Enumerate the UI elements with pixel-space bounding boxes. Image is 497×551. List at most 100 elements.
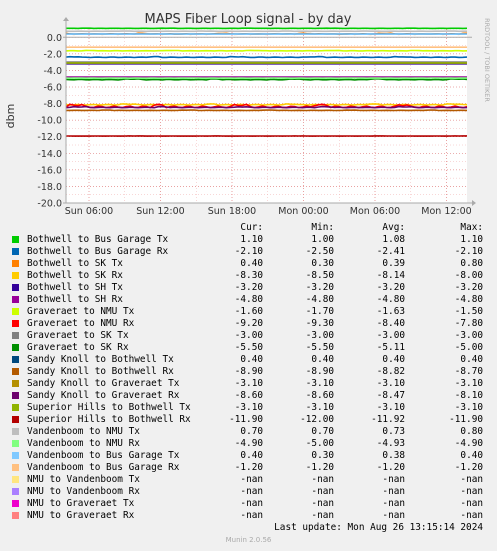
legend-value-cur: -8.30 — [234, 270, 263, 281]
legend-series-name: NMU to Vandenboom Rx — [27, 486, 140, 497]
legend-swatch — [12, 320, 19, 327]
legend-swatch — [12, 380, 19, 387]
legend-value-avg: -nan — [382, 474, 405, 485]
legend-row: Graveraet to NMU Tx -1.60 -1.70 -1.63 -1.50 — [0, 306, 497, 318]
legend-row: Bothwell to SK Rx -8.30 -8.50 -8.14 -8.00 — [0, 270, 497, 282]
legend-value-cur: -nan — [240, 486, 263, 497]
legend-value-avg: -3.10 — [376, 378, 405, 389]
legend-series-name: Bothwell to Bus Garage Tx — [27, 234, 169, 245]
legend-series-name: Sandy Knoll to Bothwell Rx — [27, 366, 174, 377]
legend-row: Superior Hills to Bothwell Rx -11.90 -12.0… — [0, 414, 497, 426]
legend-value-max: -nan — [460, 498, 483, 509]
legend-series-name: NMU to Vandenboom Tx — [27, 474, 140, 485]
legend-value-cur: -1.20 — [234, 462, 263, 473]
legend-value-max: -3.00 — [454, 330, 483, 341]
y-tick-label: -10.0 — [37, 116, 62, 127]
y-tick-label: 0.0 — [47, 33, 62, 44]
y-axis-label: dbm — [4, 104, 17, 129]
legend-row: Bothwell to SH Tx -3.20 -3.20 -3.20 -3.20 — [0, 282, 497, 294]
legend-column-header: Max: — [460, 222, 483, 233]
legend-swatch — [12, 248, 19, 255]
legend-value-min: -3.20 — [305, 282, 334, 293]
legend-swatch — [12, 368, 19, 375]
legend-value-max: 0.80 — [460, 258, 483, 269]
legend-value-avg: -11.92 — [371, 414, 405, 425]
legend-value-avg: 1.08 — [382, 234, 405, 245]
legend-series-name: Graveraet to NMU Rx — [27, 318, 135, 329]
legend-value-avg: -1.20 — [376, 462, 405, 473]
legend-row: Sandy Knoll to Graveraet Tx -3.10 -3.10 -3.… — [0, 378, 497, 390]
y-tick-label: -6.0 — [43, 83, 62, 94]
legend-swatch — [12, 236, 19, 243]
legend-value-min: -2.50 — [305, 246, 334, 257]
legend-swatch — [12, 356, 19, 363]
legend-row: Graveraet to SK Rx -5.50 -5.50 -5.11 -5.00 — [0, 342, 497, 354]
legend-value-min: 0.30 — [311, 450, 334, 461]
legend-value-max: -1.20 — [454, 462, 483, 473]
legend-row: NMU to Graveraet Tx -nan -nan -nan -nan — [0, 498, 497, 510]
series-line — [65, 49, 468, 52]
legend-series-name: Superior Hills to Bothwell Tx — [27, 402, 191, 413]
legend-value-min: -4.80 — [305, 294, 334, 305]
legend-row: Superior Hills to Bothwell Tx -3.10 -3.10 -… — [0, 402, 497, 414]
legend-series-name: Superior Hills to Bothwell Rx — [27, 414, 191, 425]
legend-value-max: -4.90 — [454, 438, 483, 449]
legend-value-max: -3.20 — [454, 282, 483, 293]
legend-swatch — [12, 476, 19, 483]
legend-value-min: -8.60 — [305, 390, 334, 401]
legend-value-avg: -3.10 — [376, 402, 405, 413]
legend-column-header: Cur: — [240, 222, 263, 233]
y-tick-label: -4.0 — [43, 66, 62, 77]
legend-swatch — [12, 272, 19, 279]
legend-value-avg: -8.14 — [376, 270, 405, 281]
legend-value-avg: 0.38 — [382, 450, 405, 461]
legend-value-max: -4.80 — [454, 294, 483, 305]
y-axis-arrow — [63, 17, 69, 21]
legend-value-cur: -8.90 — [234, 366, 263, 377]
plot-background — [66, 29, 467, 203]
legend-row: NMU to Vandenboom Rx -nan -nan -nan -nan — [0, 486, 497, 498]
legend-value-cur: -4.80 — [234, 294, 263, 305]
legend-value-min: -1.70 — [305, 306, 334, 317]
legend-value-avg: -3.20 — [376, 282, 405, 293]
legend-value-cur: -8.60 — [234, 390, 263, 401]
legend-value-min: -nan — [311, 486, 334, 497]
legend-row: Sandy Knoll to Bothwell Rx -8.90 -8.90 -8.8… — [0, 366, 497, 378]
x-tick-label: Mon 06:00 — [350, 206, 400, 217]
chart-area: MAPS Fiber Loop signal - by day 0.0 -2.0 -4… — [4, 12, 491, 217]
legend-value-cur: -nan — [240, 510, 263, 521]
legend-value-min: -nan — [311, 474, 334, 485]
x-tick-label: Mon 12:00 — [421, 206, 471, 217]
legend-value-min: -5.00 — [305, 438, 334, 449]
legend-value-cur: -9.20 — [234, 318, 263, 329]
legend-swatch — [12, 344, 19, 351]
legend-value-avg: -nan — [382, 486, 405, 497]
legend-value-min: 0.30 — [311, 258, 334, 269]
y-tick-label: -2.0 — [43, 49, 62, 60]
legend-value-cur: -1.60 — [234, 306, 263, 317]
legend-series-name: Vandenboom to NMU Tx — [27, 426, 140, 437]
legend-value-avg: -nan — [382, 510, 405, 521]
legend-value-min: -3.10 — [305, 402, 334, 413]
legend-series-name: Graveraet to NMU Tx — [27, 306, 135, 317]
legend-value-avg: -8.40 — [376, 318, 405, 329]
legend-row: NMU to Vandenboom Tx -nan -nan -nan -nan — [0, 474, 497, 486]
legend-series-name: NMU to Graveraet Tx — [27, 498, 135, 509]
legend-value-avg: -8.82 — [376, 366, 405, 377]
legend-value-cur: 1.10 — [240, 234, 263, 245]
legend-value-max: -2.10 — [454, 246, 483, 257]
legend-value-max: -7.80 — [454, 318, 483, 329]
legend-value-min: -3.00 — [305, 330, 334, 341]
legend-series-name: Vandenboom to NMU Rx — [27, 438, 140, 449]
chart-title: MAPS Fiber Loop signal - by day — [145, 12, 352, 27]
legend-swatch — [12, 392, 19, 399]
legend-value-max: -nan — [460, 486, 483, 497]
legend-value-max: -3.10 — [454, 402, 483, 413]
legend-value-avg: -nan — [382, 498, 405, 509]
legend-series-name: Bothwell to SK Tx — [27, 258, 123, 269]
legend-swatch — [12, 416, 19, 423]
legend-value-max: -1.50 — [454, 306, 483, 317]
legend-series-name: Bothwell to SH Rx — [27, 294, 123, 305]
legend-row: Bothwell to SK Tx 0.40 0.30 0.39 0.80 — [0, 258, 497, 270]
legend-swatch — [12, 428, 19, 435]
